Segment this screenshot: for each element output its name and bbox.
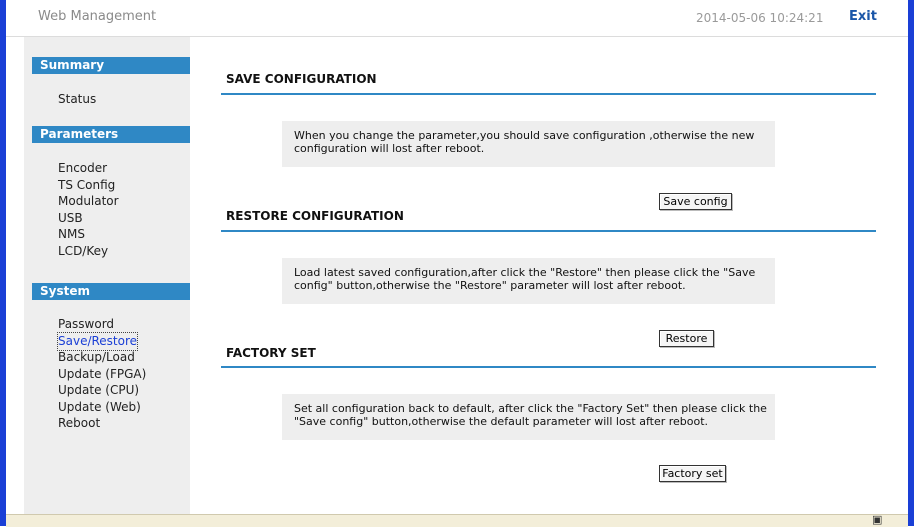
factory-set-text: Set all configuration back to default, a… xyxy=(294,402,767,428)
datetime-display: 2014-05-06 10:24:21 xyxy=(696,11,824,25)
sidebar-item-reboot[interactable]: Reboot xyxy=(58,415,100,432)
factory-set-button[interactable]: Factory set xyxy=(659,465,726,482)
sidebar-section-system: System xyxy=(32,283,191,300)
sidebar-item-ts-config[interactable]: TS Config xyxy=(58,177,115,194)
right-frame-edge xyxy=(908,0,914,526)
sidebar-item-modulator[interactable]: Modulator xyxy=(58,193,119,210)
save-config-note: When you change the parameter,you should… xyxy=(282,121,775,167)
sidebar-item-usb[interactable]: USB xyxy=(58,210,83,227)
top-bar: Web Management 2014-05-06 10:24:21 Exit xyxy=(6,0,908,37)
sidebar-section-summary: Summary xyxy=(32,57,191,74)
status-bar: ▣ xyxy=(6,513,908,527)
sidebar-item-update-cpu[interactable]: Update (CPU) xyxy=(58,382,139,399)
sidebar-item-update-fpga[interactable]: Update (FPGA) xyxy=(58,366,146,383)
sidebar-item-update-web[interactable]: Update (Web) xyxy=(58,399,141,416)
factory-set-note: Set all configuration back to default, a… xyxy=(282,394,775,440)
sidebar: Summary Status Parameters Encoder TS Con… xyxy=(24,37,191,514)
page-icon: ▣ xyxy=(872,513,883,526)
exit-link[interactable]: Exit xyxy=(849,9,877,24)
sidebar-item-password[interactable]: Password xyxy=(58,316,114,333)
sidebar-item-save-restore[interactable]: Save/Restore xyxy=(56,332,139,351)
sidebar-item-lcd-key[interactable]: LCD/Key xyxy=(58,243,108,260)
sidebar-item-nms[interactable]: NMS xyxy=(58,226,85,243)
app-title: Web Management xyxy=(38,9,157,24)
factory-set-title: FACTORY SET xyxy=(226,346,316,360)
sidebar-item-status[interactable]: Status xyxy=(58,91,96,108)
save-config-button[interactable]: Save config xyxy=(659,193,732,210)
section-divider xyxy=(221,230,876,232)
save-config-text: When you change the parameter,you should… xyxy=(294,129,755,155)
sidebar-item-backup-load[interactable]: Backup/Load xyxy=(58,349,135,366)
restore-config-title: RESTORE CONFIGURATION xyxy=(226,209,404,223)
left-frame-edge xyxy=(0,0,6,526)
sidebar-section-parameters: Parameters xyxy=(32,126,191,143)
browser-frame: Web Management 2014-05-06 10:24:21 Exit … xyxy=(0,0,914,527)
section-divider xyxy=(221,366,876,368)
restore-config-text: Load latest saved configuration,after cl… xyxy=(294,266,756,292)
sidebar-item-encoder[interactable]: Encoder xyxy=(58,160,107,177)
section-divider xyxy=(221,93,876,95)
restore-config-note: Load latest saved configuration,after cl… xyxy=(282,258,775,304)
restore-button[interactable]: Restore xyxy=(659,330,714,347)
main-content: SAVE CONFIGURATION When you change the p… xyxy=(190,37,908,514)
save-config-title: SAVE CONFIGURATION xyxy=(226,72,377,86)
